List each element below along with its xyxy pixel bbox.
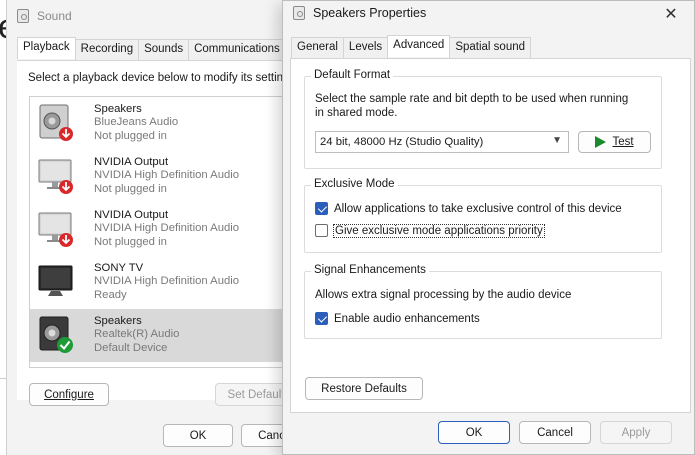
sound-tab-strip: Playback Recording Sounds Communications [17, 37, 286, 61]
properties-tab-strip: General Levels Advanced Spatial sound [291, 35, 532, 59]
playback-device-list[interactable]: Speakers BlueJeans Audio Not plugged in … [29, 96, 319, 368]
exclusive-mode-label: Exclusive Mode [311, 178, 398, 190]
device-driver: Realtek(R) Audio [94, 328, 180, 341]
default-format-label: Default Format [311, 69, 394, 81]
restore-defaults-button[interactable]: Restore Defaults [305, 377, 423, 400]
device-driver: NVIDIA High Definition Audio [94, 169, 240, 182]
tab-general[interactable]: General [291, 37, 344, 59]
exclusive-control-option[interactable]: Allow applications to take exclusive con… [315, 202, 622, 215]
device-row-partial[interactable] [30, 362, 318, 367]
tv-icon [38, 265, 73, 296]
tab-playback[interactable]: Playback [17, 37, 76, 59]
audio-enhancements-label: Enable audio enhancements [334, 312, 480, 325]
device-row-sony-tv[interactable]: SONY TV NVIDIA High Definition Audio Rea… [30, 256, 318, 309]
advanced-panel: Default Format Select the sample rate an… [290, 58, 691, 413]
speaker-icon [39, 316, 73, 353]
default-format-group: Default Format Select the sample rate an… [304, 69, 662, 169]
audio-enhancements-checkbox[interactable] [315, 312, 328, 325]
speaker-app-icon [293, 6, 305, 20]
monitor-icon [38, 159, 73, 194]
exclusive-priority-checkbox[interactable] [315, 224, 328, 237]
exclusive-priority-option[interactable]: Give exclusive mode applications priorit… [315, 223, 545, 238]
device-driver: BlueJeans Audio [94, 116, 179, 129]
signal-enhancements-label: Signal Enhancements [311, 264, 429, 276]
device-status: Not plugged in [94, 235, 167, 248]
device-name: Speakers [94, 103, 142, 115]
audio-enhancements-option[interactable]: Enable audio enhancements [315, 312, 480, 325]
device-row-nvidia-output-1[interactable]: NVIDIA Output NVIDIA High Definition Aud… [30, 150, 318, 203]
device-row-speakers-bluejeans[interactable]: Speakers BlueJeans Audio Not plugged in [30, 97, 318, 150]
monitor-icon [38, 212, 73, 247]
device-status: Ready [94, 288, 127, 301]
device-row-nvidia-output-2[interactable]: NVIDIA Output NVIDIA High Definition Aud… [30, 203, 318, 256]
playback-panel: Select a playback device below to modify… [17, 60, 319, 400]
device-name: NVIDIA Output [94, 209, 169, 221]
signal-enhancements-description: Allows extra signal processing by the au… [315, 289, 572, 301]
default-format-description: Select the sample rate and bit depth to … [315, 93, 629, 105]
tab-sounds[interactable]: Sounds [138, 39, 190, 61]
tab-recording[interactable]: Recording [74, 39, 140, 61]
device-status: Not plugged in [94, 129, 167, 142]
tab-communications[interactable]: Communications [188, 39, 286, 61]
speakers-properties-window: Speakers Properties ✕ General Levels Adv… [282, 0, 695, 455]
exclusive-control-label: Allow applications to take exclusive con… [334, 202, 622, 215]
properties-cancel-button[interactable]: Cancel [519, 421, 591, 444]
configure-button[interactable]: Configure [29, 383, 109, 406]
device-name: NVIDIA Output [94, 156, 169, 168]
format-dropdown[interactable]: 24 bit, 48000 Hz (Studio Quality) ▼ [315, 131, 569, 153]
playback-instruction: Select a playback device below to modify… [28, 72, 299, 84]
format-dropdown-value: 24 bit, 48000 Hz (Studio Quality) [320, 136, 484, 148]
exclusive-control-checkbox[interactable] [315, 202, 328, 215]
device-driver: NVIDIA High Definition Audio [94, 275, 240, 288]
speaker-icon [39, 104, 73, 141]
device-driver: NVIDIA High Definition Audio [94, 222, 240, 235]
sound-titlebar: Sound [17, 9, 72, 23]
green-check-badge-icon [57, 337, 73, 353]
device-row-speakers-realtek[interactable]: Speakers Realtek(R) Audio Default Device [30, 309, 318, 362]
signal-enhancements-group: Signal Enhancements Allows extra signal … [304, 264, 662, 339]
play-icon [595, 136, 607, 148]
exclusive-mode-group: Exclusive Mode Allow applications to tak… [304, 178, 662, 253]
properties-ok-button[interactable]: OK [438, 421, 510, 444]
properties-apply-button[interactable]: Apply [600, 421, 672, 444]
exclusive-priority-label: Give exclusive mode applications priorit… [333, 223, 545, 238]
close-icon[interactable]: ✕ [656, 2, 686, 26]
properties-window-title: Speakers Properties [313, 6, 427, 20]
tab-levels[interactable]: Levels [342, 37, 389, 59]
device-name: Speakers [94, 315, 142, 327]
tab-advanced[interactable]: Advanced [387, 35, 451, 57]
tab-spatial-sound[interactable]: Spatial sound [449, 37, 532, 59]
speaker-app-icon [17, 9, 29, 23]
device-status: Default Device [94, 341, 168, 354]
test-button[interactable]: Test [578, 131, 651, 153]
sound-ok-button[interactable]: OK [163, 424, 233, 447]
sound-window-title: Sound [37, 9, 72, 23]
device-name: SONY TV [94, 262, 144, 274]
properties-titlebar: Speakers Properties [293, 6, 426, 20]
device-status: Not plugged in [94, 182, 167, 195]
chevron-down-icon: ▼ [552, 135, 562, 146]
sound-window: Sound Playback Recording Sounds Communic… [6, 0, 319, 455]
default-format-description-2: in shared mode. [315, 107, 398, 119]
